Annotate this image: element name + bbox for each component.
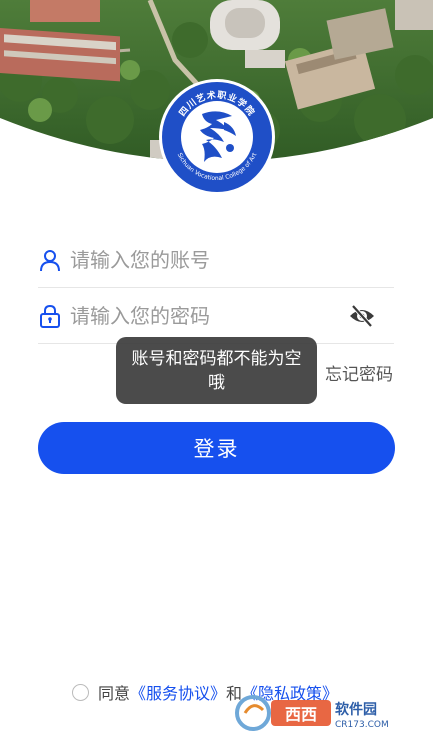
college-logo: 四川艺术职业学院 Sichuan Vocational College of A… bbox=[158, 78, 276, 196]
account-input[interactable] bbox=[70, 239, 394, 280]
svg-text:CR173.COM: CR173.COM bbox=[335, 720, 389, 730]
password-input[interactable] bbox=[70, 295, 348, 336]
login-button[interactable]: 登录 bbox=[38, 422, 395, 474]
forgot-password-link[interactable]: 忘记密码 bbox=[325, 360, 393, 385]
svg-text:软件园: 软件园 bbox=[335, 701, 377, 718]
validation-toast: 账号和密码都不能为空哦 bbox=[116, 337, 317, 404]
account-field bbox=[38, 232, 394, 288]
user-icon bbox=[40, 249, 60, 271]
eye-off-icon[interactable] bbox=[348, 302, 376, 330]
service-agreement-link[interactable]: 《服务协议》 bbox=[130, 680, 226, 704]
agreement-prefix: 同意 bbox=[98, 684, 131, 703]
password-field bbox=[38, 288, 394, 344]
watermark-logo: 西西 软件园 CR173.COM bbox=[235, 694, 415, 732]
svg-text:西西: 西西 bbox=[285, 705, 317, 724]
lock-icon bbox=[40, 304, 60, 328]
radio-unchecked-icon[interactable] bbox=[72, 683, 89, 701]
